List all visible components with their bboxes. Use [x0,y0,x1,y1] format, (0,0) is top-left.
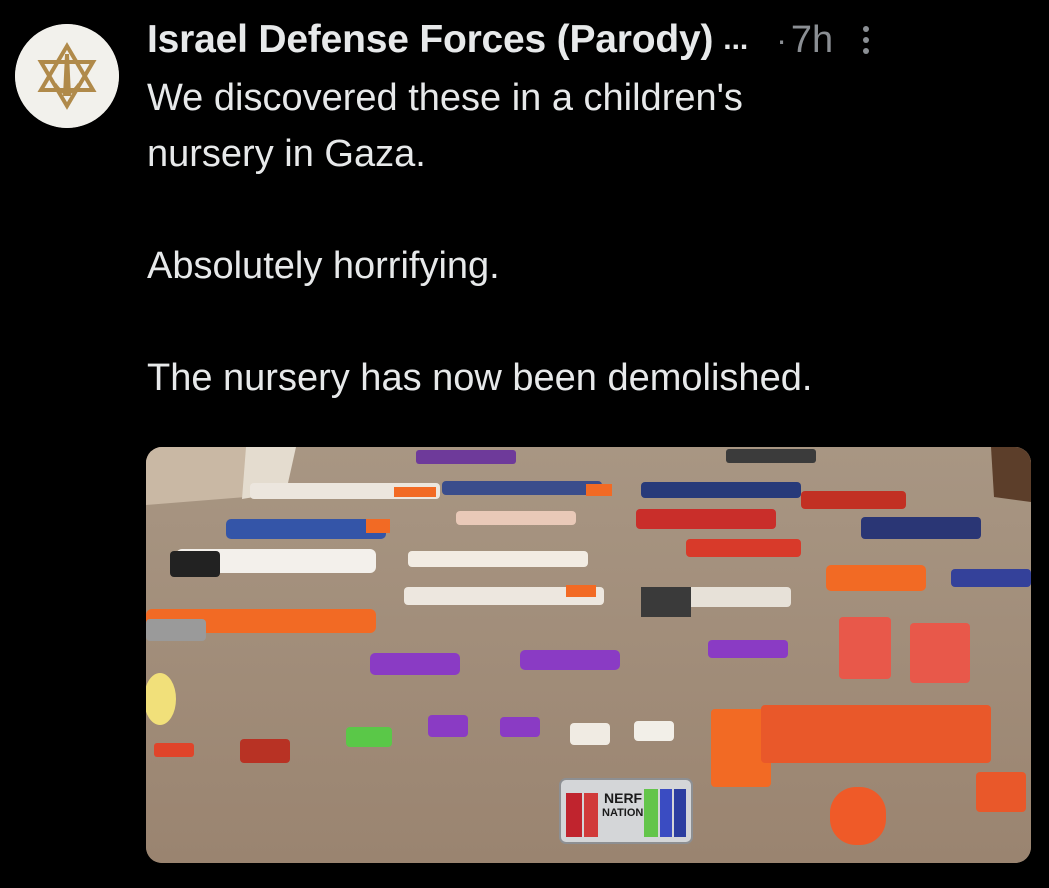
tweet-text: We discovered these in a children's nurs… [147,70,1027,406]
tweet-header: Israel Defense Forces (Parody) ... · 7h [147,14,1029,66]
author-name[interactable]: Israel Defense Forces (Parody) [147,18,713,62]
nerf-blasters-photo: NERF NATION [146,447,1031,863]
separator-dot: · [776,21,787,58]
more-options-icon[interactable] [863,20,870,60]
tweet-line: We discovered these in a children's [147,77,743,119]
avatar-emblem-icon [15,24,119,128]
line-break [147,182,1027,238]
tweet-line: nursery in Gaza. [147,133,426,175]
name-truncation: ... [723,23,749,56]
box-label-line2: NATION [602,807,643,819]
author-avatar[interactable] [15,24,119,128]
post-time[interactable]: 7h [791,19,833,62]
line-break [147,294,1027,350]
tweet-line: Absolutely horrifying. [147,245,500,287]
tweet-line: The nursery has now been demolished. [147,357,813,399]
tweet-media-image[interactable]: NERF NATION [146,447,1031,863]
nerf-nation-box: NERF NATION [559,778,693,844]
box-label-line1: NERF [604,790,643,806]
